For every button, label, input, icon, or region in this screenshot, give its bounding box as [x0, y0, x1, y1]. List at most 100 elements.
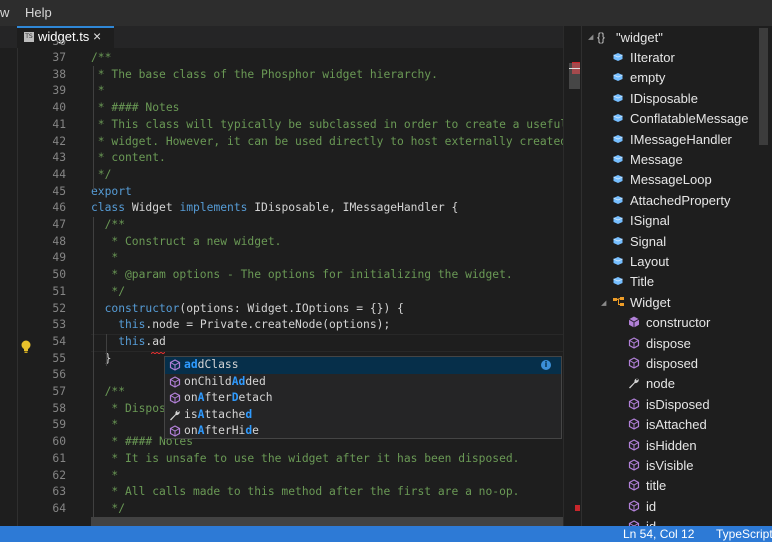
menu-help[interactable]: Help — [25, 5, 52, 20]
code-text: /** — [105, 385, 125, 398]
code-line[interactable]: 62 * — [18, 468, 563, 485]
code-line[interactable]: 53 this.node = Private.createNode(options… — [18, 317, 563, 334]
code-line[interactable]: 64 */ — [18, 501, 563, 518]
code-editor[interactable]: 36 37 /** 38 * The base class of the Phosp… — [18, 40, 563, 526]
line-number: 57 — [52, 385, 66, 398]
code-text: * content. — [91, 151, 166, 164]
comment-token: * The base class of the Phosphor widget … — [91, 67, 438, 81]
module-icon — [612, 112, 624, 124]
outline-item-label: Message — [630, 152, 683, 167]
code-text: * widget. However, it can be used direct… — [91, 135, 563, 148]
menu-view[interactable]: w — [0, 5, 9, 20]
code-text: * — [104, 418, 119, 432]
expand-icon[interactable]: ◢ — [588, 33, 593, 41]
code-line[interactable]: 47 /** — [18, 217, 563, 234]
suggest-item[interactable]: isAttached — [165, 407, 561, 424]
comment-token: /** — [91, 51, 112, 64]
code-line[interactable]: 48 * Construct a new widget. — [18, 234, 563, 251]
code-line[interactable]: 37 /** — [18, 50, 563, 67]
code-token: IDisposable, IMessageHandler { — [247, 201, 459, 215]
method-icon — [628, 500, 640, 512]
class-icon — [612, 296, 626, 308]
outline-item-label: isDisposed — [646, 396, 710, 412]
outline-item-label: id — [646, 519, 656, 526]
line-number: 47 — [52, 218, 66, 231]
code-line[interactable]: 54 this.ad — [18, 333, 563, 352]
code-text: * Construct a new widget. — [105, 235, 281, 248]
code-line[interactable]: 63 * All calls made to this method after… — [18, 484, 563, 501]
cursor-position[interactable]: Ln 54, Col 12 — [623, 527, 694, 541]
code-line[interactable]: 38 * The base class of the Phosphor widg… — [18, 67, 563, 84]
method-icon — [628, 357, 640, 369]
code-line[interactable]: 61 * It is unsafe to use the widget afte… — [18, 451, 563, 468]
info-icon[interactable]: i — [541, 360, 551, 370]
code-line[interactable]: 40 * #### Notes — [18, 100, 563, 117]
outline-item-label: id — [646, 498, 657, 514]
line-number: 43 — [52, 151, 66, 165]
code-token: (options: Widget.IOptions = {}) { — [179, 301, 404, 315]
code-line[interactable]: 41 * This class will typically be subcla… — [18, 117, 563, 134]
editor-vertical-scrollbar[interactable] — [563, 26, 581, 526]
outline-item-label: ISignal — [630, 213, 670, 229]
scroll-slider[interactable] — [569, 63, 580, 89]
comment-token: * It is unsafe to use the widget after i… — [104, 451, 520, 465]
outline-item-label: IIterator — [630, 50, 675, 65]
outline-scrollbar[interactable] — [759, 28, 768, 145]
error-marker — [575, 505, 580, 511]
status-bar: Ln 54, Col 12 TypeScript — [0, 526, 772, 542]
outline-item-label: IDisposable — [630, 90, 698, 106]
code-text: this.ad — [118, 335, 166, 348]
suggest-label: onAfterDetach — [184, 391, 273, 405]
code-line[interactable]: 39 * — [18, 83, 563, 100]
outline-panel: ◢ {} "widget" IIterator empty IDisposable C… — [581, 26, 772, 526]
language-mode[interactable]: TypeScript — [716, 527, 772, 541]
indent-guide — [106, 334, 107, 366]
code-text: this.node = Private.createNode(options); — [118, 318, 390, 331]
code-token: .node = Private.createNode(options); — [145, 318, 391, 332]
code-line[interactable]: 42 * widget. However, it can be used dir… — [18, 134, 563, 151]
line-number: 42 — [52, 134, 66, 148]
suggest-label: onAfterHide — [184, 424, 259, 438]
comment-token: */ — [91, 167, 112, 181]
indent-guide — [93, 217, 94, 517]
comment-token: * widget. However, it can be used direct… — [91, 134, 563, 148]
suggest-item[interactable]: onAfterDetach — [165, 390, 561, 407]
comment-token: /** — [104, 385, 125, 398]
comment-token: * — [104, 251, 119, 265]
line-number: 49 — [52, 251, 66, 265]
lightbulb-icon[interactable] — [20, 340, 32, 354]
suggest-item[interactable]: onChildAdded — [165, 374, 561, 391]
comment-token: * — [104, 418, 119, 432]
line-number: 40 — [52, 101, 66, 115]
braces-icon: {} — [597, 30, 606, 44]
error-squiggle — [151, 352, 165, 354]
comment-token: * @param options - The options for initi… — [104, 268, 513, 282]
code-text: * @param options - The options for initi… — [104, 268, 513, 282]
code-line[interactable]: 44 */ — [18, 167, 563, 184]
line-number: 56 — [52, 368, 66, 382]
code-text: * The base class of the Phosphor widget … — [91, 68, 438, 81]
line-number: 61 — [52, 451, 66, 465]
module-icon — [612, 51, 624, 63]
module-icon — [612, 255, 624, 267]
line-number: 44 — [52, 167, 66, 181]
code-line[interactable]: 46 class Widget implements IDisposable, I… — [18, 200, 563, 217]
wrench-icon — [628, 377, 640, 389]
line-number: 50 — [52, 268, 66, 282]
code-line[interactable]: 52 constructor(options: Widget.IOptions =… — [18, 301, 563, 318]
outline-item-label: isAttached — [646, 417, 707, 433]
activity-strip — [0, 48, 18, 526]
code-token: Widget — [125, 201, 180, 215]
wrench-icon — [169, 409, 181, 421]
suggest-item[interactable]: onAfterHide — [165, 423, 561, 440]
code-line[interactable]: 50 * @param options - The options for in… — [18, 267, 563, 284]
code-line[interactable]: 49 * — [18, 250, 563, 267]
module-icon — [612, 92, 624, 104]
horizontal-scrollbar[interactable] — [91, 517, 563, 526]
code-line[interactable]: 43 * content. — [18, 150, 563, 167]
code-text: /** — [105, 218, 125, 231]
code-line[interactable]: 45 export — [18, 184, 563, 201]
code-line[interactable]: 51 */ — [18, 284, 563, 301]
expand-icon[interactable]: ◢ — [601, 299, 606, 307]
suggest-item[interactable]: addClass i — [165, 357, 561, 374]
